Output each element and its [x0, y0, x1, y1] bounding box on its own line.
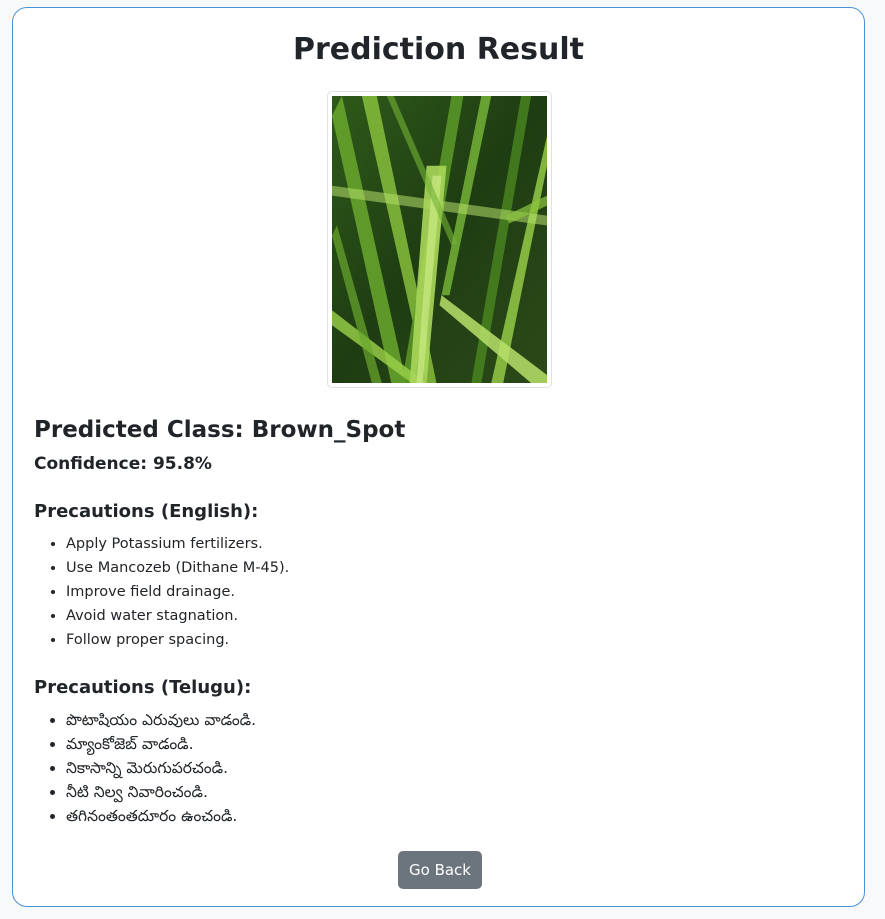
list-item: Apply Potassium fertilizers. — [66, 532, 289, 556]
result-card: Prediction Result Predicted Class: Brown… — [12, 7, 865, 907]
go-back-button[interactable]: Go Back — [398, 851, 482, 889]
predicted-class: Predicted Class: Brown_Spot — [34, 417, 406, 443]
list-item: నీటి నిల్వ నివారించండి. — [66, 780, 256, 804]
rice-leaf-photo — [332, 96, 547, 383]
list-item: Follow proper spacing. — [66, 628, 289, 652]
list-item: మ్యాంకోజెబ్ వాడండి. — [66, 732, 256, 756]
list-item: నికాసాన్ని మెరుగుపరచండి. — [66, 756, 256, 780]
list-item: Avoid water stagnation. — [66, 604, 289, 628]
list-item: Improve field drainage. — [66, 580, 289, 604]
precautions-english-list: Apply Potassium fertilizers. Use Mancoze… — [34, 532, 289, 652]
list-item: తగినంతంతదూరం ఉంచండి. — [66, 804, 256, 828]
precautions-telugu-list: పొటాషియం ఎరువులు వాడండి. మ్యాంకోజెబ్ వాడ… — [34, 708, 256, 828]
list-item: Use Mancozeb (Dithane M-45). — [66, 556, 289, 580]
page-title: Prediction Result — [293, 32, 584, 67]
precautions-english-heading: Precautions (English): — [34, 501, 259, 522]
precautions-telugu-heading: Precautions (Telugu): — [34, 677, 252, 698]
confidence-value: Confidence: 95.8% — [34, 454, 212, 474]
uploaded-leaf-image — [327, 91, 552, 388]
list-item: పొటాషియం ఎరువులు వాడండి. — [66, 708, 256, 732]
